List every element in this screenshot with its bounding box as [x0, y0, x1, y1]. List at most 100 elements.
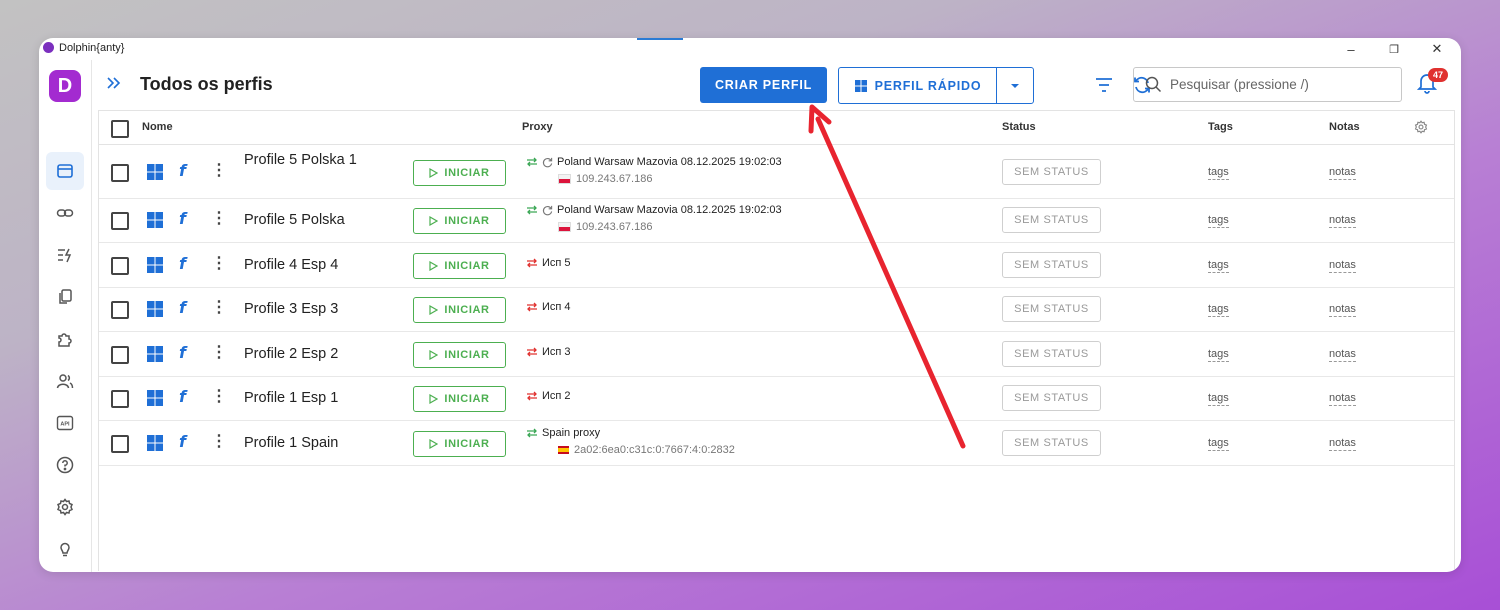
sidebar-item-api[interactable]: API: [46, 404, 84, 442]
row-checkbox[interactable]: [111, 212, 129, 230]
sidebar-item-users[interactable]: [46, 362, 84, 400]
proxy-cell[interactable]: Исп 5: [526, 257, 571, 269]
row-checkbox[interactable]: [111, 435, 129, 453]
profile-name[interactable]: Profile 5 Polska 1: [244, 149, 364, 171]
app-window: Dolphin{anty} – ❐ ✕ D API Todos os perfi…: [39, 38, 1461, 572]
row-checkbox[interactable]: [111, 257, 129, 275]
tags-link[interactable]: tags: [1208, 166, 1229, 180]
status-badge[interactable]: SEM STATUS: [1002, 159, 1101, 185]
status-badge[interactable]: SEM STATUS: [1002, 207, 1101, 233]
start-profile-button[interactable]: INICIAR: [413, 208, 506, 234]
notes-link[interactable]: notas: [1329, 437, 1356, 451]
tags-link[interactable]: tags: [1208, 437, 1229, 451]
start-profile-button[interactable]: INICIAR: [413, 297, 506, 323]
notes-link[interactable]: notas: [1329, 166, 1356, 180]
proxy-cell[interactable]: Исп 2: [526, 390, 571, 402]
sidebar-item-copy[interactable]: [46, 278, 84, 316]
tags-link[interactable]: tags: [1208, 348, 1229, 362]
sidebar-item-profiles[interactable]: [46, 152, 84, 190]
sidebar-item-settings[interactable]: [46, 488, 84, 526]
fingerprint-f-icon: f: [179, 161, 186, 180]
start-profile-button[interactable]: INICIAR: [413, 342, 506, 368]
tags-link[interactable]: tags: [1208, 303, 1229, 317]
more-menu-icon[interactable]: ⋮: [211, 342, 227, 362]
profile-name[interactable]: Profile 1 Esp 1: [244, 387, 364, 409]
profile-name[interactable]: Profile 3 Esp 3: [244, 298, 364, 320]
minimize-button[interactable]: –: [1329, 38, 1373, 60]
sidebar-item-help[interactable]: [46, 446, 84, 484]
sidebar-item-extensions[interactable]: [46, 320, 84, 358]
column-status[interactable]: Status: [1002, 121, 1036, 133]
search-box[interactable]: [1133, 67, 1402, 102]
start-label: INICIAR: [444, 304, 490, 316]
profile-name[interactable]: Profile 2 Esp 2: [244, 343, 364, 365]
more-menu-icon[interactable]: ⋮: [211, 208, 227, 228]
more-menu-icon[interactable]: ⋮: [211, 431, 227, 451]
profile-name[interactable]: Profile 4 Esp 4: [244, 254, 364, 276]
tags-link[interactable]: tags: [1208, 259, 1229, 273]
start-profile-button[interactable]: INICIAR: [413, 253, 506, 279]
more-menu-icon[interactable]: ⋮: [211, 297, 227, 317]
app-logo[interactable]: D: [49, 70, 81, 102]
proxy-status-icon: [527, 347, 537, 357]
table-row[interactable]: f ⋮ Profile 3 Esp 3 INICIAR Исп 4 SEM ST…: [99, 287, 1454, 332]
maximize-button[interactable]: ❐: [1372, 38, 1416, 60]
status-badge[interactable]: SEM STATUS: [1002, 385, 1101, 411]
status-badge[interactable]: SEM STATUS: [1002, 341, 1101, 367]
status-badge[interactable]: SEM STATUS: [1002, 252, 1101, 278]
status-badge[interactable]: SEM STATUS: [1002, 296, 1101, 322]
tags-link[interactable]: tags: [1208, 214, 1229, 228]
notes-link[interactable]: notas: [1329, 348, 1356, 362]
quick-profile-dropdown[interactable]: [996, 67, 1034, 104]
column-name[interactable]: Nome: [142, 121, 173, 133]
proxy-cell[interactable]: Poland Warsaw Mazovia 08.12.2025 19:02:0…: [526, 156, 782, 185]
sidebar-item-tips[interactable]: [46, 530, 84, 568]
proxy-status-icon: [527, 428, 537, 438]
proxy-name: Исп 4: [542, 301, 571, 313]
status-badge[interactable]: SEM STATUS: [1002, 430, 1101, 456]
expand-sidebar-icon[interactable]: [106, 74, 122, 97]
more-menu-icon[interactable]: ⋮: [211, 386, 227, 406]
table-row[interactable]: f ⋮ Profile 5 Polska 1 INICIAR Poland Wa…: [99, 145, 1454, 199]
table-row[interactable]: f ⋮ Profile 1 Spain INICIAR Spain proxy …: [99, 420, 1454, 466]
row-checkbox[interactable]: [111, 346, 129, 364]
column-proxy[interactable]: Proxy: [522, 121, 553, 133]
sidebar-item-proxies[interactable]: [46, 194, 84, 232]
notes-link[interactable]: notas: [1329, 214, 1356, 228]
quick-profile-button[interactable]: PERFIL RÁPIDO: [838, 67, 997, 104]
table-row[interactable]: f ⋮ Profile 1 Esp 1 INICIAR Исп 2 SEM ST…: [99, 376, 1454, 421]
proxy-refresh-icon[interactable]: [542, 157, 553, 168]
column-notes[interactable]: Notas: [1329, 121, 1360, 133]
proxy-cell[interactable]: Исп 3: [526, 346, 571, 358]
proxy-cell[interactable]: Spain proxy 2a02:6ea0:c31c:0:7667:4:0:28…: [526, 427, 735, 456]
more-menu-icon[interactable]: ⋮: [211, 160, 227, 180]
table-row[interactable]: f ⋮ Profile 2 Esp 2 INICIAR Исп 3 SEM ST…: [99, 331, 1454, 377]
filter-button[interactable]: [1091, 72, 1117, 98]
table-row[interactable]: f ⋮ Profile 4 Esp 4 INICIAR Исп 5 SEM ST…: [99, 242, 1454, 288]
column-settings-icon[interactable]: [1414, 120, 1428, 134]
start-profile-button[interactable]: INICIAR: [413, 386, 506, 412]
notes-link[interactable]: notas: [1329, 392, 1356, 406]
row-checkbox[interactable]: [111, 301, 129, 319]
proxy-cell[interactable]: Исп 4: [526, 301, 571, 313]
notes-link[interactable]: notas: [1329, 303, 1356, 317]
create-profile-button[interactable]: CRIAR PERFIL: [700, 67, 827, 103]
notes-link[interactable]: notas: [1329, 259, 1356, 273]
profile-name[interactable]: Profile 5 Polska: [244, 209, 364, 231]
row-checkbox[interactable]: [111, 390, 129, 408]
start-profile-button[interactable]: INICIAR: [413, 431, 506, 457]
proxy-cell[interactable]: Poland Warsaw Mazovia 08.12.2025 19:02:0…: [526, 204, 782, 233]
column-tags[interactable]: Tags: [1208, 121, 1233, 133]
search-input[interactable]: [1170, 68, 1390, 101]
proxy-refresh-icon[interactable]: [542, 205, 553, 216]
proxy-ip: 109.243.67.186: [576, 221, 653, 233]
table-row[interactable]: f ⋮ Profile 5 Polska INICIAR Poland Wars…: [99, 198, 1454, 243]
profile-name[interactable]: Profile 1 Spain: [244, 432, 364, 454]
more-menu-icon[interactable]: ⋮: [211, 253, 227, 273]
select-all-checkbox[interactable]: [111, 120, 129, 138]
row-checkbox[interactable]: [111, 164, 129, 182]
tags-link[interactable]: tags: [1208, 392, 1229, 406]
sidebar-item-automation[interactable]: [46, 236, 84, 274]
start-profile-button[interactable]: INICIAR: [413, 160, 506, 186]
close-button[interactable]: ✕: [1415, 38, 1459, 60]
